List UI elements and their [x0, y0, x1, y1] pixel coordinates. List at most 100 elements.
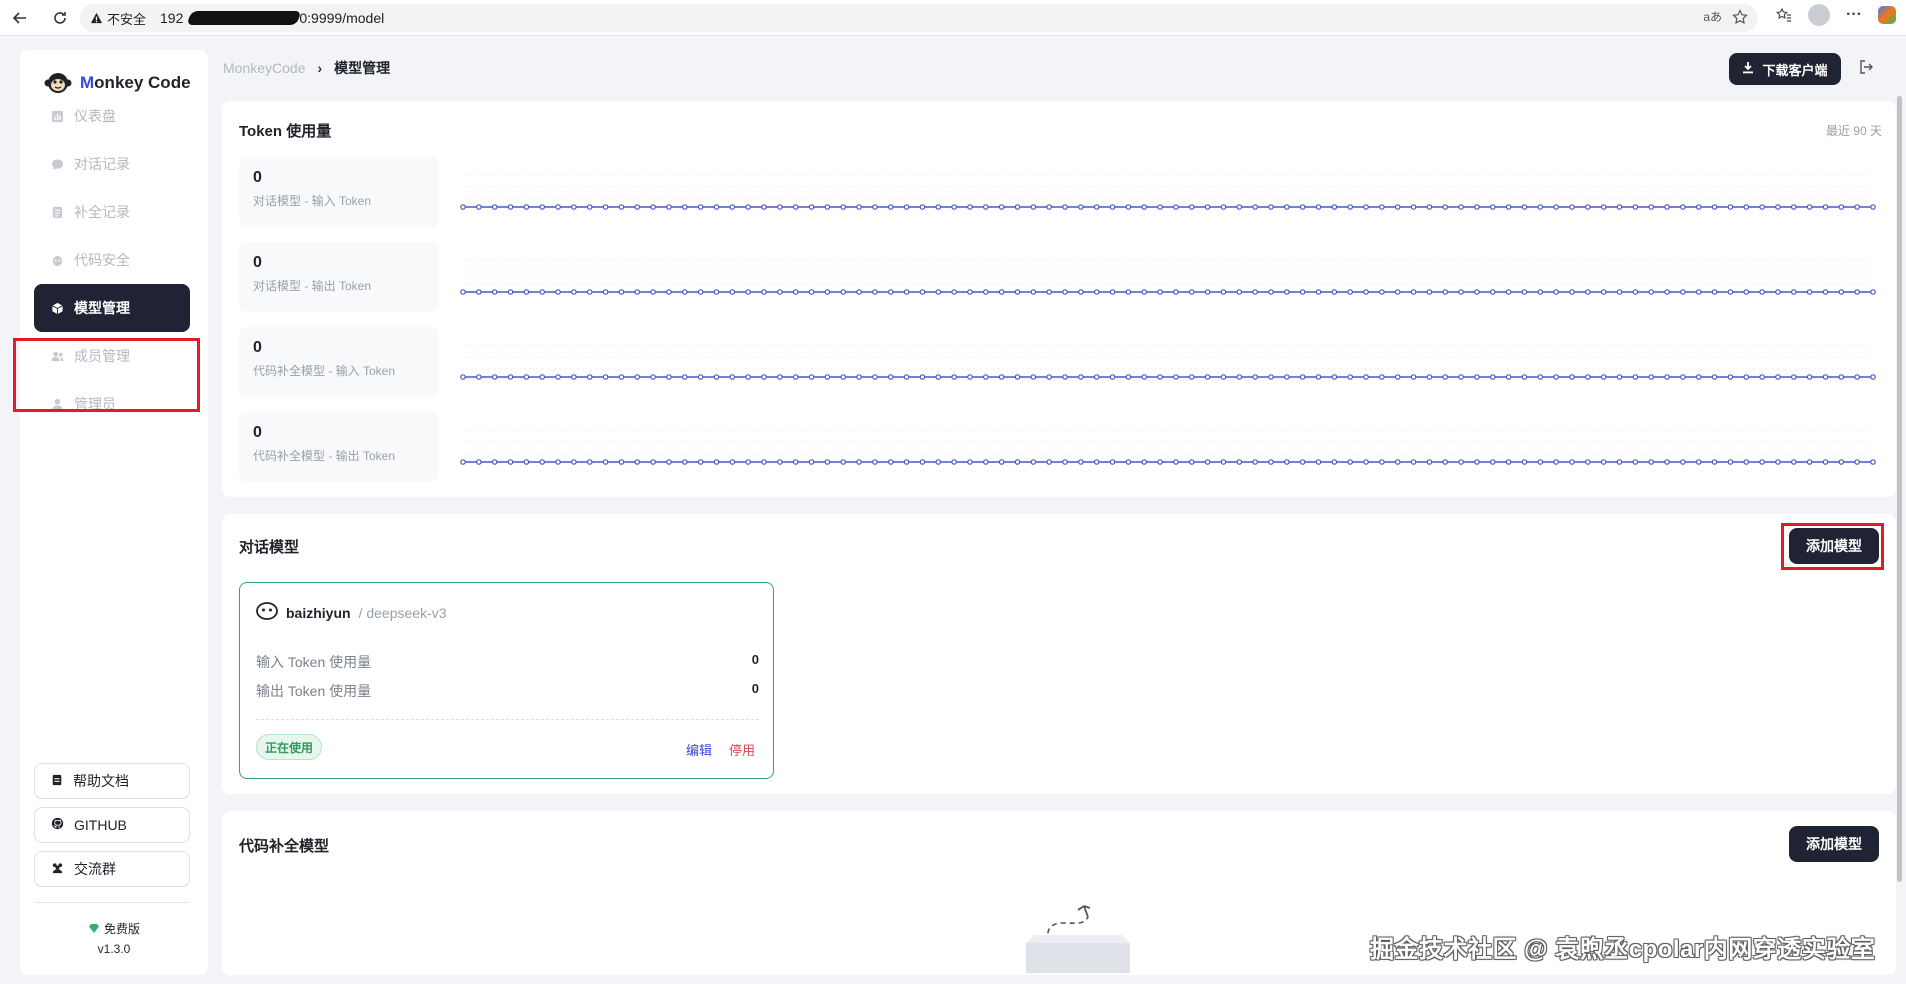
insecure-indicator[interactable]: 不安全 — [90, 9, 146, 28]
data-point — [1585, 289, 1591, 295]
data-point — [1648, 204, 1655, 210]
data-point — [1521, 204, 1528, 210]
data-point — [745, 459, 751, 465]
data-point — [650, 374, 656, 380]
logout-icon[interactable] — [1858, 59, 1878, 79]
reload-icon[interactable] — [46, 4, 74, 32]
nav-item-completions[interactable]: 补全记录 — [34, 188, 190, 236]
data-point — [856, 289, 862, 295]
data-point — [1711, 459, 1718, 465]
profile-avatar[interactable] — [1808, 4, 1831, 26]
data-point — [1600, 289, 1607, 295]
data-point — [1680, 459, 1686, 465]
copilot-icon[interactable] — [1878, 6, 1896, 24]
data-point — [491, 459, 498, 465]
data-point — [1109, 374, 1116, 380]
data-point — [1093, 289, 1100, 295]
data-point — [1030, 459, 1037, 465]
data-point — [1822, 204, 1829, 210]
add-completion-model-button[interactable]: 添加模型 — [1789, 826, 1879, 862]
sidebar-divider — [34, 902, 190, 903]
help-docs-button[interactable]: 帮助文档 — [34, 763, 190, 799]
data-point — [1093, 374, 1100, 380]
read-aloud-icon[interactable]: aあ — [1703, 8, 1722, 25]
data-point — [1569, 459, 1575, 465]
data-point — [1188, 204, 1195, 210]
favorites-icon[interactable] — [1776, 7, 1792, 23]
community-group-button[interactable]: 交流群 — [34, 851, 190, 887]
nav-item-dashboard[interactable]: 仪表盘 — [34, 92, 190, 140]
data-point — [856, 374, 862, 380]
data-point — [1204, 374, 1211, 380]
data-point — [840, 374, 847, 380]
data-point — [1379, 374, 1385, 380]
disable-link[interactable]: 停用 — [729, 740, 755, 759]
empty-box-icon — [1026, 905, 1130, 973]
data-point — [1854, 374, 1860, 380]
stat-value: 0 — [253, 169, 262, 186]
data-point — [1838, 374, 1845, 380]
data-point — [1442, 459, 1449, 465]
data-point — [1347, 204, 1353, 210]
breadcrumb-current: 模型管理 — [334, 60, 391, 76]
input-token-value: 0 — [751, 652, 759, 667]
data-point — [523, 459, 530, 465]
address-bar[interactable]: 不安全 192 0:9999/model aあ — [80, 4, 1758, 32]
stat-completion-input: 0 代码补全模型 - 输入 Token — [239, 327, 439, 397]
github-button[interactable]: GITHUB — [34, 807, 190, 843]
breadcrumb-root[interactable]: MonkeyCode — [223, 60, 306, 76]
data-point — [1268, 459, 1274, 465]
data-point — [1806, 204, 1813, 210]
data-point — [983, 289, 989, 295]
data-point — [903, 289, 910, 295]
data-point — [1157, 374, 1163, 380]
data-point — [507, 459, 514, 465]
data-point — [1315, 204, 1322, 210]
plan-badge: 免费版 — [20, 920, 208, 937]
star-icon[interactable] — [1732, 8, 1748, 25]
data-point — [808, 289, 815, 295]
data-point — [602, 374, 609, 380]
back-icon[interactable] — [6, 4, 34, 32]
data-point — [713, 374, 720, 380]
data-point — [824, 459, 831, 465]
data-point — [1854, 459, 1860, 465]
data-point — [1569, 374, 1575, 380]
more-icon[interactable]: ··· — [1846, 6, 1862, 24]
data-point — [1838, 204, 1845, 210]
edit-link[interactable]: 编辑 — [686, 740, 712, 759]
data-point — [539, 459, 546, 465]
data-point — [1537, 459, 1544, 465]
data-point — [1284, 459, 1290, 465]
date-range-label[interactable]: 最近 90 天 — [1826, 122, 1882, 139]
data-point — [872, 204, 878, 210]
data-point — [1680, 374, 1686, 380]
nav-item-model-management[interactable]: 模型管理 — [34, 284, 190, 332]
data-point — [1394, 374, 1401, 380]
insecure-label: 不安全 — [107, 11, 147, 27]
data-point — [634, 374, 641, 380]
data-point — [1711, 374, 1718, 380]
data-point — [1125, 204, 1132, 210]
data-point — [1157, 289, 1163, 295]
data-point — [1188, 459, 1195, 465]
data-point — [1505, 289, 1512, 295]
data-point — [919, 289, 926, 295]
data-point — [1759, 289, 1765, 295]
model-name: / deepseek-v3 — [358, 604, 447, 621]
chat-model-card[interactable]: baizhiyun / deepseek-v3 输入 Token 使用量 0 输… — [239, 582, 774, 779]
nav-item-conversations[interactable]: 对话记录 — [34, 140, 190, 188]
plan-label: 免费版 — [103, 922, 140, 936]
data-point — [713, 459, 720, 465]
data-point — [1489, 374, 1496, 380]
data-point — [1220, 204, 1227, 210]
nav-item-code-security[interactable]: 代码安全 — [34, 236, 190, 284]
data-point — [1109, 204, 1116, 210]
page-scrollbar[interactable] — [1897, 96, 1902, 882]
data-point — [1394, 459, 1401, 465]
data-point — [745, 374, 751, 380]
data-point — [792, 374, 799, 380]
chat-models-title: 对话模型 — [239, 539, 300, 556]
data-point — [602, 289, 609, 295]
download-client-button[interactable]: 下载客户端 — [1729, 53, 1841, 85]
